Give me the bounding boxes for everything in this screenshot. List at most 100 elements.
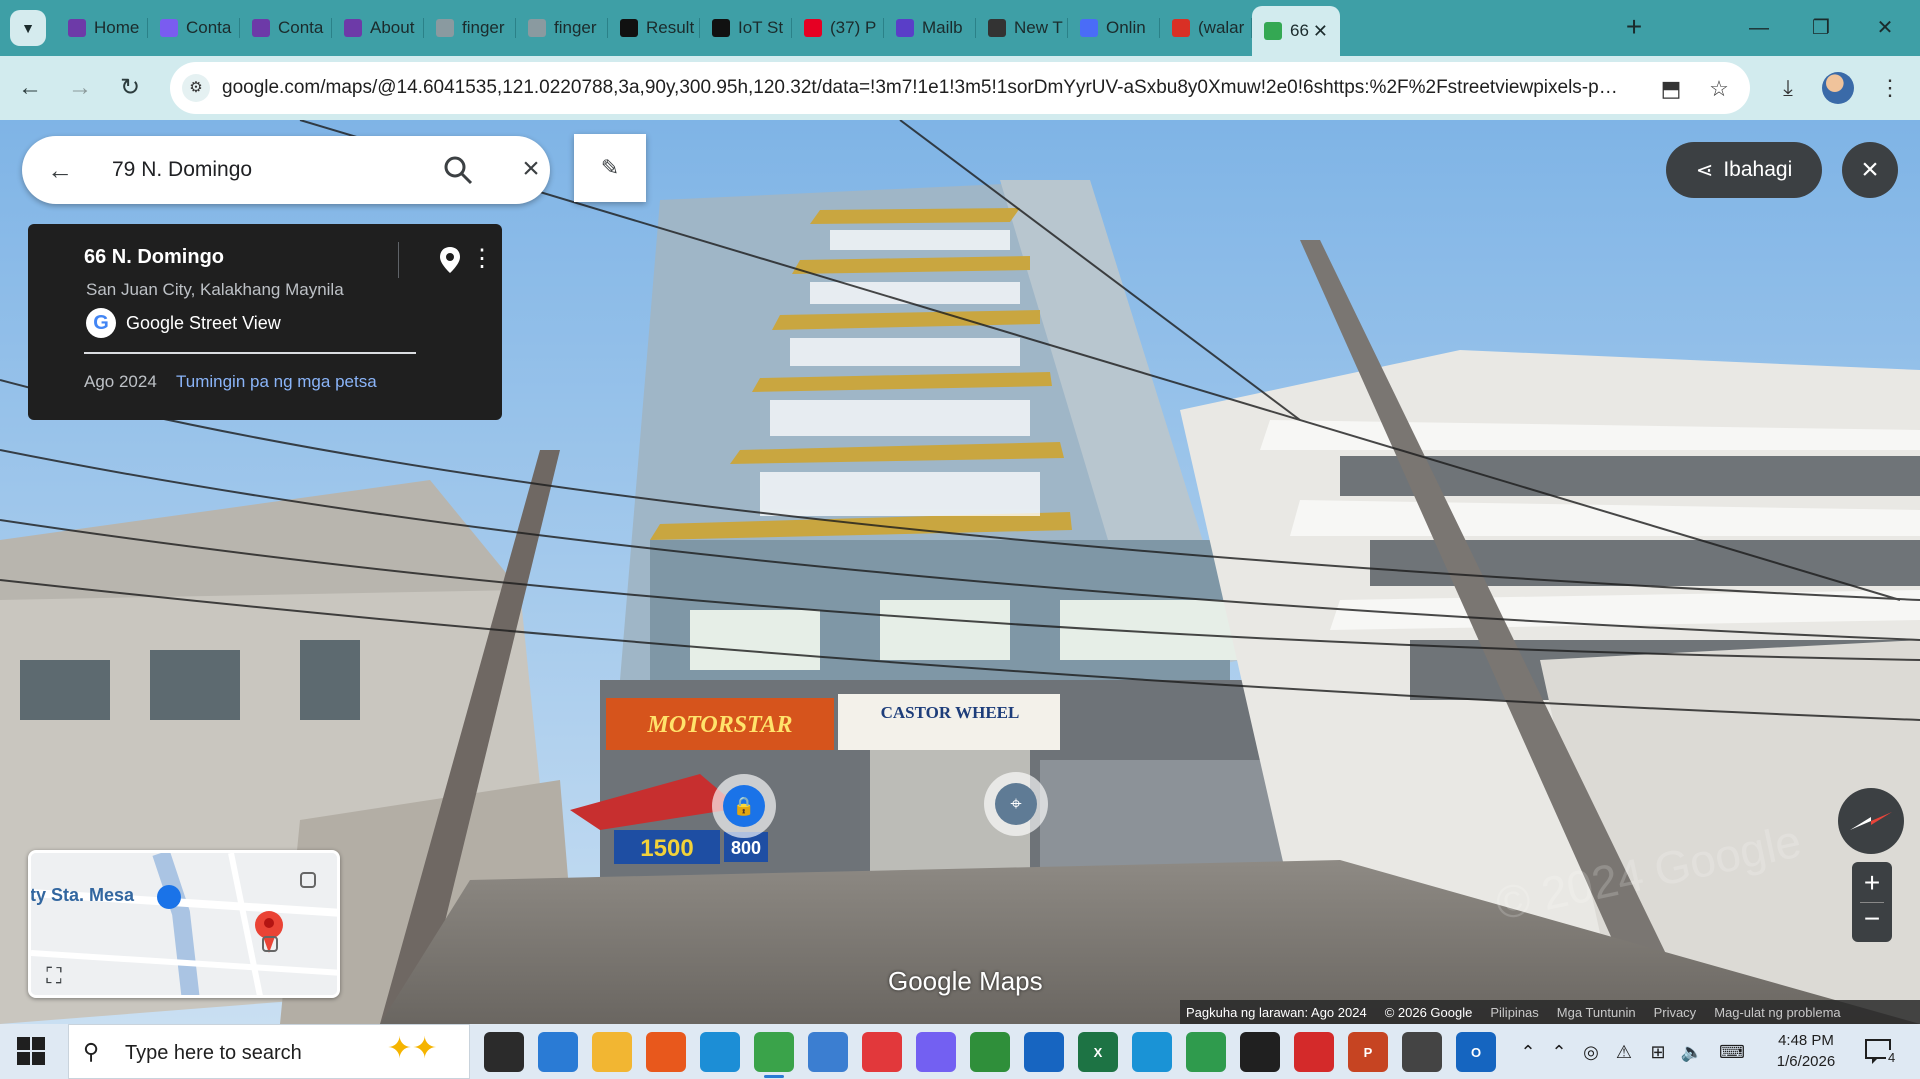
- forward-button[interactable]: →: [62, 70, 98, 106]
- terms-link[interactable]: Mga Tuntunin: [1557, 1005, 1636, 1020]
- zoom-out-button[interactable]: −: [1852, 904, 1892, 938]
- search-input[interactable]: 79 N. Domingo: [112, 158, 252, 182]
- wix-cart-icon: [344, 19, 362, 37]
- browser-tab[interactable]: Result: [608, 8, 700, 48]
- download-icon[interactable]: ⤓: [1770, 70, 1806, 106]
- store-icon[interactable]: [538, 1032, 578, 1072]
- report-problem-link[interactable]: Mag-ulat ng problema: [1714, 1005, 1840, 1020]
- back-arrow-icon[interactable]: ←: [44, 154, 76, 186]
- keyboard-icon[interactable]: ⌨: [1716, 1038, 1748, 1066]
- new-tab-button[interactable]: +: [1618, 12, 1650, 44]
- street-view-marker-place[interactable]: ⌖: [984, 772, 1048, 836]
- taskbar-search[interactable]: ⚲ Type here to search ✦✦: [68, 1024, 470, 1079]
- profile-avatar[interactable]: [1822, 72, 1854, 104]
- street-view-panorama[interactable]: MOTORSTAR CASTOR WHEEL 1500 800 © 2024 G…: [0, 120, 1920, 1024]
- more-options-icon[interactable]: ⋮: [470, 244, 494, 276]
- tab-title: Home: [94, 18, 140, 37]
- show-hidden-icons[interactable]: ⌃: [1548, 1038, 1570, 1066]
- compass-control[interactable]: [1838, 788, 1904, 854]
- browser-tab[interactable]: (walar: [1160, 8, 1252, 48]
- browser-tab[interactable]: 66 ✕: [1252, 6, 1340, 56]
- browser-tab[interactable]: Home: [56, 8, 148, 48]
- address-bar[interactable]: ⚙ google.com/maps/@14.6041535,121.022078…: [170, 62, 1750, 114]
- edge-icon[interactable]: [700, 1032, 740, 1072]
- volume-icon[interactable]: 🔈: [1680, 1038, 1704, 1066]
- minimap[interactable]: ity Sta. Mesa ⛶: [28, 850, 340, 998]
- image-date: Ago 2024: [84, 372, 157, 391]
- excel-icon[interactable]: X: [1078, 1032, 1118, 1072]
- browser-tab[interactable]: New T: [976, 8, 1068, 48]
- minimize-button[interactable]: —: [1736, 8, 1782, 48]
- terminal-icon[interactable]: [1240, 1032, 1280, 1072]
- browser-tab[interactable]: finger: [516, 8, 608, 48]
- place-info-card: 66 N. Domingo San Juan City, Kalakhang M…: [28, 224, 502, 420]
- powerpoint-icon[interactable]: P: [1348, 1032, 1388, 1072]
- browser-toolbar: ← → ↻ ⚙ google.com/maps/@14.6041535,121.…: [0, 56, 1920, 120]
- url-text[interactable]: google.com/maps/@14.6041535,121.0220788,…: [222, 77, 1622, 99]
- firefox-icon[interactable]: [646, 1032, 686, 1072]
- taskbar-search-placeholder: Type here to search: [125, 1042, 302, 1064]
- tab-search-button[interactable]: ▼: [10, 10, 46, 46]
- close-street-view-button[interactable]: ×: [1842, 142, 1898, 198]
- remote-icon[interactable]: [1132, 1032, 1172, 1072]
- network-icon[interactable]: ⊞: [1646, 1038, 1670, 1066]
- reload-button[interactable]: ↻: [112, 70, 148, 106]
- network-alert-icon[interactable]: ⚠: [1612, 1038, 1636, 1066]
- windows-start-icon[interactable]: [16, 1036, 46, 1066]
- privacy-link[interactable]: Privacy: [1654, 1005, 1697, 1020]
- news-icon[interactable]: [808, 1032, 848, 1072]
- outlook-classic-icon[interactable]: [1024, 1032, 1064, 1072]
- expand-icon[interactable]: ⛶: [41, 963, 67, 989]
- zoom-in-button[interactable]: +: [1852, 866, 1892, 900]
- chrome-icon[interactable]: [754, 1032, 794, 1078]
- install-app-icon[interactable]: ⬒: [1656, 74, 1686, 104]
- browser-tab[interactable]: Conta: [148, 8, 240, 48]
- scroll-up-icon[interactable]: ⌃: [1518, 1038, 1538, 1066]
- browser-tab[interactable]: Conta: [240, 8, 332, 48]
- street-view-marker-transit[interactable]: 🔒: [712, 774, 776, 838]
- calculator-icon[interactable]: [970, 1032, 1010, 1072]
- browser-menu-icon[interactable]: ⋮: [1872, 70, 1908, 106]
- bookmark-star-icon[interactable]: ☆: [1704, 74, 1734, 104]
- system-clock[interactable]: 4:48 PM 1/6/2026: [1758, 1030, 1854, 1072]
- windows-taskbar: ⚲ Type here to search ✦✦ X P O ⌃ ⌃ ◎ ⚠ ⊞ 🔈…: [0, 1024, 1920, 1079]
- site-info-icon[interactable]: ⚙: [182, 74, 210, 102]
- browser-tab[interactable]: Onlin: [1068, 8, 1160, 48]
- close-tab-icon[interactable]: ✕: [1313, 21, 1328, 42]
- tab-title: (37) P: [830, 18, 877, 37]
- tab-title: (walar: [1198, 18, 1245, 37]
- browser-tab[interactable]: finger: [424, 8, 516, 48]
- search-icon: ⚲: [83, 1039, 100, 1064]
- outlook-icon[interactable]: O: [1456, 1032, 1496, 1072]
- viber-icon[interactable]: [916, 1032, 956, 1072]
- settings-icon[interactable]: [1402, 1032, 1442, 1072]
- location-pin-icon[interactable]: [438, 246, 462, 274]
- browser-tab[interactable]: IoT St: [700, 8, 792, 48]
- place-title: 66 N. Domingo: [84, 246, 225, 268]
- browser-tab[interactable]: Mailb: [884, 8, 976, 48]
- task-view-icon[interactable]: [484, 1032, 524, 1072]
- restore-button[interactable]: ❐: [1798, 8, 1844, 48]
- more-dates-link[interactable]: Tumingin pa ng mga petsa: [176, 372, 377, 392]
- edit-pencil-button[interactable]: ✎: [574, 134, 646, 202]
- browser-tab[interactable]: (37) P: [792, 8, 884, 48]
- back-button[interactable]: ←: [12, 70, 48, 106]
- window-close-button[interactable]: ✕: [1862, 8, 1908, 48]
- meet-icon[interactable]: ◎: [1580, 1038, 1602, 1066]
- anydesk-icon[interactable]: [862, 1032, 902, 1072]
- security-icon[interactable]: [1294, 1032, 1334, 1072]
- search-icon[interactable]: [442, 154, 474, 186]
- browser-tab-strip: ▼ Home Conta Conta About finger finger Result I…: [0, 0, 1920, 56]
- clear-search-icon[interactable]: ×: [514, 152, 548, 186]
- notification-count: 4: [1886, 1050, 1898, 1065]
- vpn-icon[interactable]: [1186, 1032, 1226, 1072]
- country-link[interactable]: Pilipinas: [1490, 1005, 1538, 1020]
- browser-tab[interactable]: About: [332, 8, 424, 48]
- motorstar-sign-text: MOTORSTAR: [647, 712, 793, 738]
- notification-center-button[interactable]: 4: [1862, 1036, 1898, 1068]
- place-subtitle: San Juan City, Kalakhang Maynila: [86, 280, 344, 299]
- file-explorer-icon[interactable]: [592, 1032, 632, 1072]
- wix-cart-icon: [68, 19, 86, 37]
- share-button[interactable]: ⋖ Ibahagi: [1666, 142, 1822, 198]
- globe-icon: [436, 19, 454, 37]
